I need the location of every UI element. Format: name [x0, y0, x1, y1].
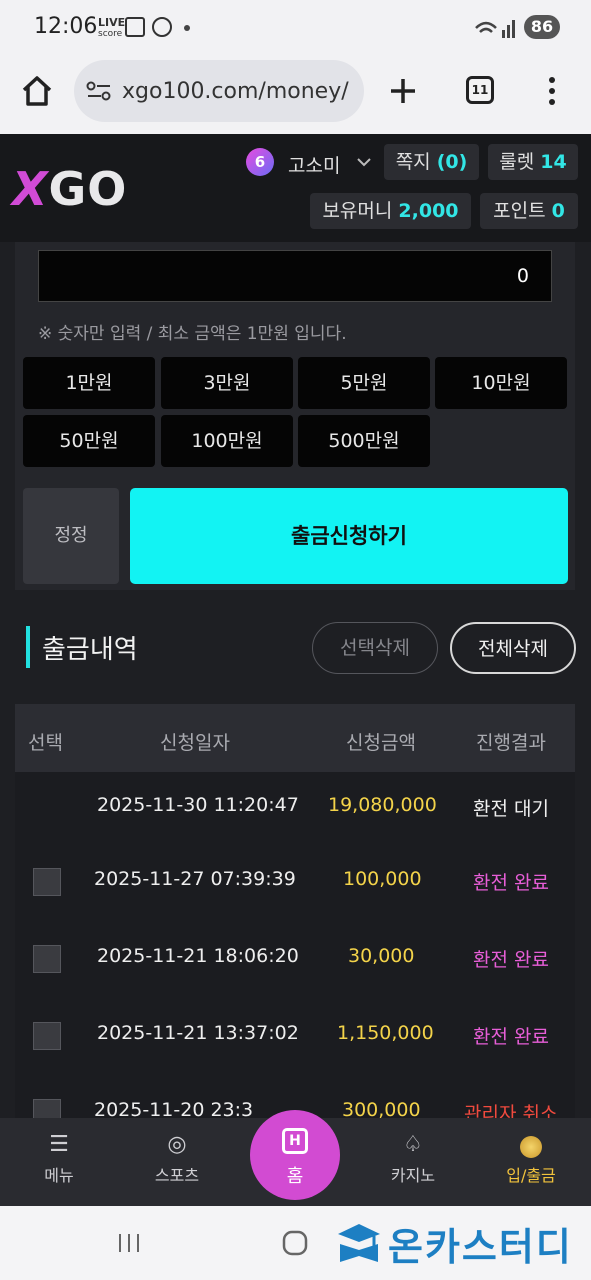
- recent-apps-icon[interactable]: [116, 1232, 142, 1254]
- new-tab-icon[interactable]: [388, 76, 418, 106]
- points-display: 포인트 0: [480, 193, 578, 229]
- nav-deposit-withdraw[interactable]: 입/출금: [481, 1132, 581, 1186]
- username[interactable]: 고소미: [288, 151, 340, 178]
- spade-icon: ♤: [403, 1132, 423, 1157]
- roulette-button[interactable]: 룰렛 14: [488, 144, 578, 180]
- row-checkbox[interactable]: [33, 868, 61, 896]
- chevron-down-icon[interactable]: [356, 156, 372, 168]
- status-bar: 12:06 LIVE score 86: [0, 0, 591, 56]
- url-bar[interactable]: xgo100.com/money/: [74, 60, 364, 122]
- table-row: 2025-11-21 13:37:02 1,150,000 환전 완료: [15, 1003, 575, 1080]
- row-status: 환전 완료: [473, 872, 549, 894]
- column-header-amount: 신청금액: [346, 732, 416, 754]
- row-date: 2025-11-21 13:37:02: [97, 1022, 299, 1044]
- quick-amount-100[interactable]: 100만원: [161, 415, 293, 467]
- table-row: 2025-11-30 11:20:47 19,080,000 환전 대기: [15, 772, 575, 849]
- history-title: 출금내역: [42, 635, 138, 665]
- row-amount: 300,000: [342, 1099, 421, 1118]
- notification-dot: [184, 25, 190, 31]
- basketball-icon: ◎: [167, 1132, 187, 1157]
- row-status: 환전 완료: [473, 1026, 549, 1048]
- messages-button[interactable]: 쪽지 (0): [384, 144, 479, 180]
- url-text: xgo100.com/money/: [122, 79, 349, 104]
- row-checkbox[interactable]: [33, 945, 61, 973]
- grid-icon: [125, 17, 145, 37]
- quick-amount-10[interactable]: 10만원: [435, 357, 567, 409]
- table-row: 2025-11-27 07:39:39 100,000 환전 완료: [15, 849, 575, 926]
- home-circle-icon[interactable]: [282, 1230, 308, 1256]
- row-amount: 1,150,000: [337, 1022, 434, 1044]
- column-header-select: 선택: [28, 732, 63, 754]
- nav-home-button[interactable]: H 홈: [250, 1110, 340, 1200]
- delete-selected-button[interactable]: 선택삭제: [312, 622, 438, 674]
- row-amount: 100,000: [343, 868, 422, 890]
- row-checkbox[interactable]: [33, 1099, 61, 1118]
- history-table-header: 선택 신청일자 신청금액 진행결과: [15, 704, 575, 772]
- row-date: 2025-11-20 23:3: [94, 1099, 254, 1118]
- livescore-icon: LIVE score: [98, 16, 126, 39]
- reset-button[interactable]: 정정: [23, 488, 119, 584]
- row-checkbox[interactable]: [33, 1022, 61, 1050]
- row-amount: 19,080,000: [328, 794, 437, 816]
- row-status: 관리자 취소: [464, 1103, 558, 1118]
- row-date: 2025-11-21 18:06:20: [97, 945, 299, 967]
- nav-sports[interactable]: ◎ 스포츠: [127, 1132, 227, 1186]
- signal-icon: [475, 20, 515, 38]
- column-header-date: 신청일자: [160, 732, 230, 754]
- row-date: 2025-11-27 07:39:39: [94, 868, 296, 890]
- row-status: 환전 대기: [473, 798, 549, 820]
- row-status: 환전 완료: [473, 949, 549, 971]
- level-badge: 6: [246, 148, 274, 176]
- nav-casino[interactable]: ♤ 카지노: [363, 1132, 463, 1186]
- circle-icon: [152, 17, 172, 37]
- amount-note: ※ 숫자만 입력 / 최소 금액은 1만원 입니다.: [38, 324, 347, 344]
- withdraw-submit-button[interactable]: 출금신청하기: [130, 488, 568, 584]
- more-options-icon[interactable]: [546, 76, 558, 106]
- tab-switcher-button[interactable]: 11: [466, 76, 494, 104]
- balance-display: 보유머니 2,000: [310, 193, 471, 229]
- delete-all-button[interactable]: 전체삭제: [450, 622, 576, 674]
- watermark-book-icon: [338, 1224, 380, 1262]
- browser-toolbar: xgo100.com/money/ 11: [0, 56, 591, 134]
- quick-amount-1[interactable]: 1만원: [23, 357, 155, 409]
- history-table-body: 2025-11-30 11:20:47 19,080,000 환전 대기 202…: [15, 772, 575, 1118]
- row-amount: 30,000: [348, 945, 415, 967]
- site-settings-icon[interactable]: [86, 80, 112, 102]
- amount-input[interactable]: 0: [38, 250, 552, 302]
- quick-amount-5[interactable]: 5만원: [298, 357, 430, 409]
- home-h-icon: H: [282, 1128, 308, 1154]
- home-icon[interactable]: [20, 74, 54, 108]
- column-header-status: 진행결과: [476, 732, 546, 754]
- table-row: 2025-11-21 18:06:20 30,000 환전 완료: [15, 926, 575, 1003]
- row-date: 2025-11-30 11:20:47: [97, 794, 299, 816]
- clock: 12:06: [34, 14, 98, 39]
- quick-amount-500[interactable]: 500만원: [298, 415, 430, 467]
- battery-indicator: 86: [524, 15, 560, 39]
- watermark: 온카스터디: [388, 1225, 573, 1269]
- site-logo[interactable]: XGO: [12, 162, 127, 216]
- quick-amount-50[interactable]: 50만원: [23, 415, 155, 467]
- quick-amount-3[interactable]: 3만원: [161, 357, 293, 409]
- menu-icon: ☰: [49, 1132, 69, 1157]
- coin-icon: [520, 1136, 542, 1158]
- nav-menu[interactable]: ☰ 메뉴: [9, 1132, 109, 1186]
- section-accent-bar: [26, 626, 30, 668]
